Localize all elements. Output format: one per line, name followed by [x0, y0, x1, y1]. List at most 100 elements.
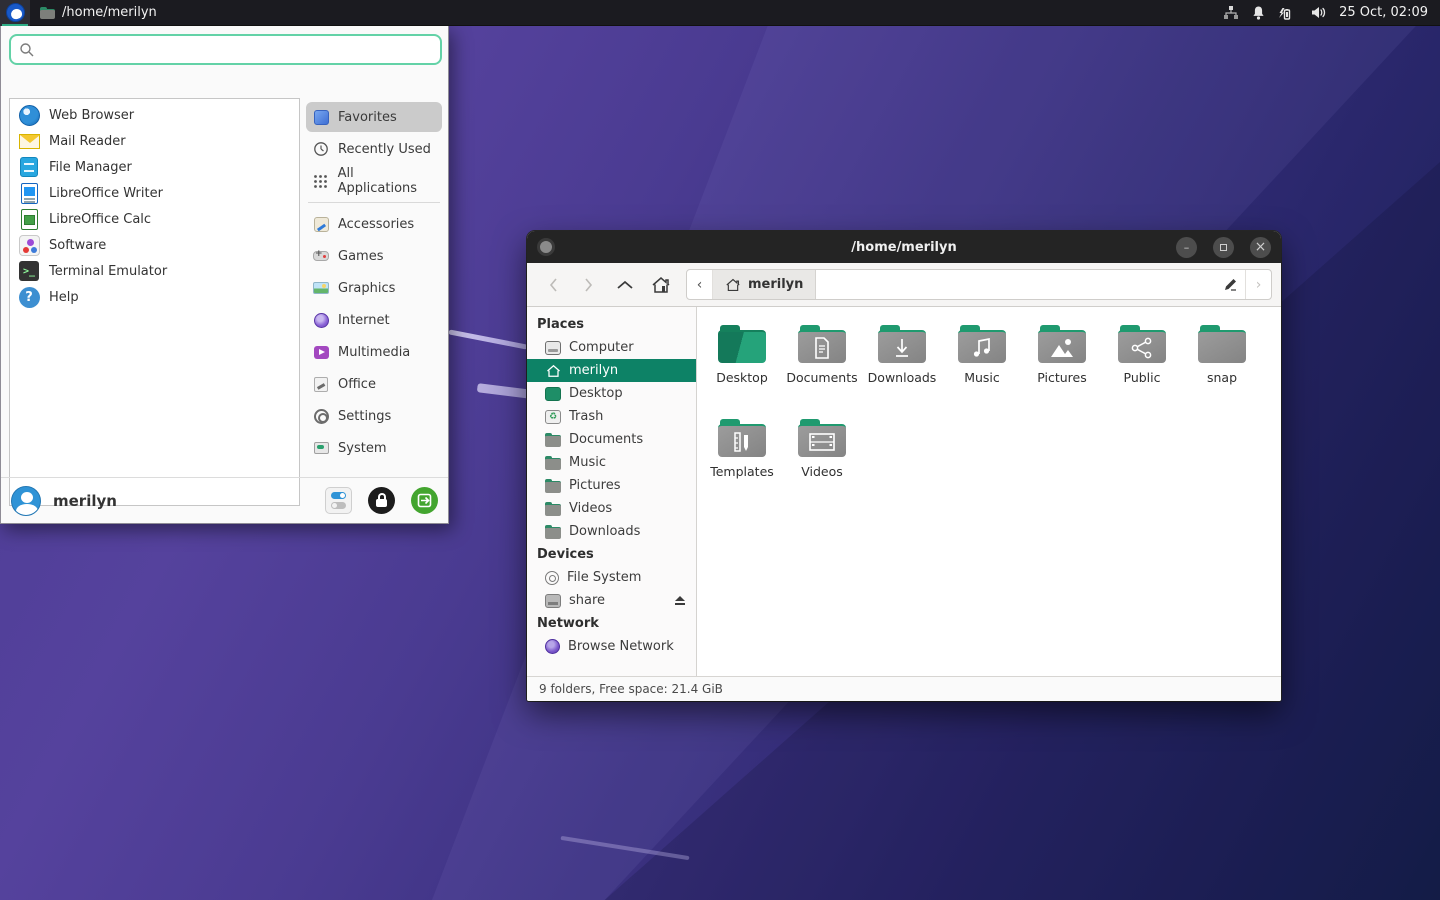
eject-button[interactable] — [674, 596, 686, 606]
sidebar-item-share[interactable]: share — [527, 589, 696, 612]
breadcrumb-merilyn[interactable]: merilyn — [713, 270, 816, 299]
sidebar-item-pictures[interactable]: Pictures — [527, 474, 696, 497]
folder-pictures[interactable]: Pictures — [1022, 317, 1102, 411]
close-button[interactable]: × — [1250, 237, 1271, 258]
minimize-button[interactable]: – — [1176, 237, 1197, 258]
sidebar-item-browse-network[interactable]: Browse Network — [527, 635, 696, 658]
sidebar-item-desktop[interactable]: Desktop — [527, 382, 696, 405]
sidebar-item-documents[interactable]: Documents — [527, 428, 696, 451]
folder-icon — [545, 525, 561, 539]
user-avatar[interactable] — [11, 486, 41, 516]
folder-icon — [545, 433, 561, 447]
home-button[interactable] — [644, 270, 678, 300]
search-input[interactable] — [41, 42, 432, 58]
grid-icon — [313, 173, 329, 189]
up-button[interactable] — [608, 270, 642, 300]
log-out-button[interactable] — [411, 487, 438, 514]
app-item-libreoffice-calc[interactable]: LibreOffice Calc — [10, 206, 299, 232]
app-item-software[interactable]: Software — [10, 232, 299, 258]
all-settings-button[interactable] — [325, 487, 352, 514]
status-bar: 9 folders, Free space: 21.4 GiB — [527, 676, 1281, 701]
favorites-icon — [313, 109, 329, 125]
maximize-button[interactable] — [1213, 237, 1234, 258]
wallpaper-streak — [560, 836, 689, 860]
file-icon-view[interactable]: Desktop Documents Downloads — [697, 307, 1281, 676]
desktop: /home/merilyn 25 Oct, 02:09 — [0, 0, 1440, 900]
battery-charging-icon[interactable] — [1278, 5, 1298, 21]
back-button[interactable] — [536, 270, 570, 300]
notifications-bell-icon[interactable] — [1251, 5, 1266, 21]
category-graphics[interactable]: Graphics — [306, 273, 442, 303]
app-item-help[interactable]: ? Help — [10, 284, 299, 310]
pencil-icon — [1223, 277, 1238, 292]
top-panel: /home/merilyn 25 Oct, 02:09 — [0, 0, 1440, 26]
category-all-applications[interactable]: All Applications — [306, 166, 442, 196]
lock-screen-button[interactable] — [368, 487, 395, 514]
category-settings[interactable]: Settings — [306, 401, 442, 431]
category-office[interactable]: Office — [306, 369, 442, 399]
downloads-folder-icon — [878, 325, 926, 363]
window-menu-button[interactable] — [537, 238, 555, 256]
mail-icon — [18, 130, 40, 152]
folder-snap[interactable]: snap — [1182, 317, 1262, 411]
sidebar-item-computer[interactable]: Computer — [527, 336, 696, 359]
sidebar-item-file-system[interactable]: File System — [527, 566, 696, 589]
clock[interactable]: 25 Oct, 02:09 — [1339, 5, 1428, 20]
folder-music[interactable]: Music — [942, 317, 1022, 411]
network-icon[interactable] — [1223, 5, 1239, 20]
taskbar-window-label: /home/merilyn — [62, 5, 157, 20]
category-multimedia[interactable]: Multimedia — [306, 337, 442, 367]
folder-downloads[interactable]: Downloads — [862, 317, 942, 411]
sidebar-item-trash[interactable]: ♻ Trash — [527, 405, 696, 428]
computer-icon — [545, 341, 561, 355]
taskbar-window-button[interactable]: /home/merilyn — [30, 0, 167, 26]
category-system[interactable]: System — [306, 433, 442, 463]
category-recently-used[interactable]: Recently Used — [306, 134, 442, 164]
places-sidebar: Places Computer merilyn Desktop ♻ — [527, 307, 697, 676]
menu-footer: merilyn — [1, 477, 448, 523]
desktop-folder-icon — [545, 387, 561, 401]
app-item-mail-reader[interactable]: Mail Reader — [10, 128, 299, 154]
toggle-icon — [331, 492, 346, 499]
sidebar-item-videos[interactable]: Videos — [527, 497, 696, 520]
folder-desktop[interactable]: Desktop — [702, 317, 782, 411]
writer-icon — [18, 182, 40, 204]
app-item-libreoffice-writer[interactable]: LibreOffice Writer — [10, 180, 299, 206]
window-titlebar[interactable]: /home/merilyn – × — [527, 231, 1281, 263]
up-icon — [616, 280, 634, 289]
terminal-icon: >_ — [18, 260, 40, 282]
applications-menu-button[interactable] — [0, 0, 30, 26]
app-item-terminal[interactable]: >_ Terminal Emulator — [10, 258, 299, 284]
search-box[interactable] — [9, 34, 442, 65]
documents-folder-icon — [798, 325, 846, 363]
edit-path-button[interactable] — [1215, 270, 1245, 299]
category-accessories[interactable]: Accessories — [306, 209, 442, 239]
volume-icon[interactable] — [1310, 5, 1327, 20]
web-browser-icon — [18, 104, 40, 126]
sidebar-item-music[interactable]: Music — [527, 451, 696, 474]
folder-templates[interactable]: Templates — [702, 411, 782, 505]
path-bar[interactable]: ‹ merilyn › — [686, 269, 1272, 300]
network-globe-icon — [545, 639, 560, 654]
software-icon — [18, 234, 40, 256]
path-scroll-left-button[interactable]: ‹ — [687, 270, 713, 299]
folder-documents[interactable]: Documents — [782, 317, 862, 411]
user-name: merilyn — [53, 492, 117, 510]
category-internet[interactable]: Internet — [306, 305, 442, 335]
system-icon — [313, 440, 329, 456]
app-item-web-browser[interactable]: Web Browser — [10, 102, 299, 128]
disk-icon — [545, 571, 559, 585]
category-games[interactable]: Games — [306, 241, 442, 271]
sidebar-item-merilyn[interactable]: merilyn — [527, 359, 696, 382]
path-scroll-right-button[interactable]: › — [1245, 270, 1271, 299]
app-item-file-manager[interactable]: File Manager — [10, 154, 299, 180]
category-favorites[interactable]: Favorites — [306, 102, 442, 132]
folder-videos[interactable]: Videos — [782, 411, 862, 505]
favorites-app-list: Web Browser Mail Reader File Manager Lib… — [9, 98, 300, 506]
folder-public[interactable]: Public — [1102, 317, 1182, 411]
forward-button[interactable] — [572, 270, 606, 300]
whisker-menu: Web Browser Mail Reader File Manager Lib… — [0, 26, 449, 524]
wallpaper-streak — [448, 329, 527, 349]
folder-icon — [545, 456, 561, 470]
sidebar-item-downloads[interactable]: Downloads — [527, 520, 696, 543]
